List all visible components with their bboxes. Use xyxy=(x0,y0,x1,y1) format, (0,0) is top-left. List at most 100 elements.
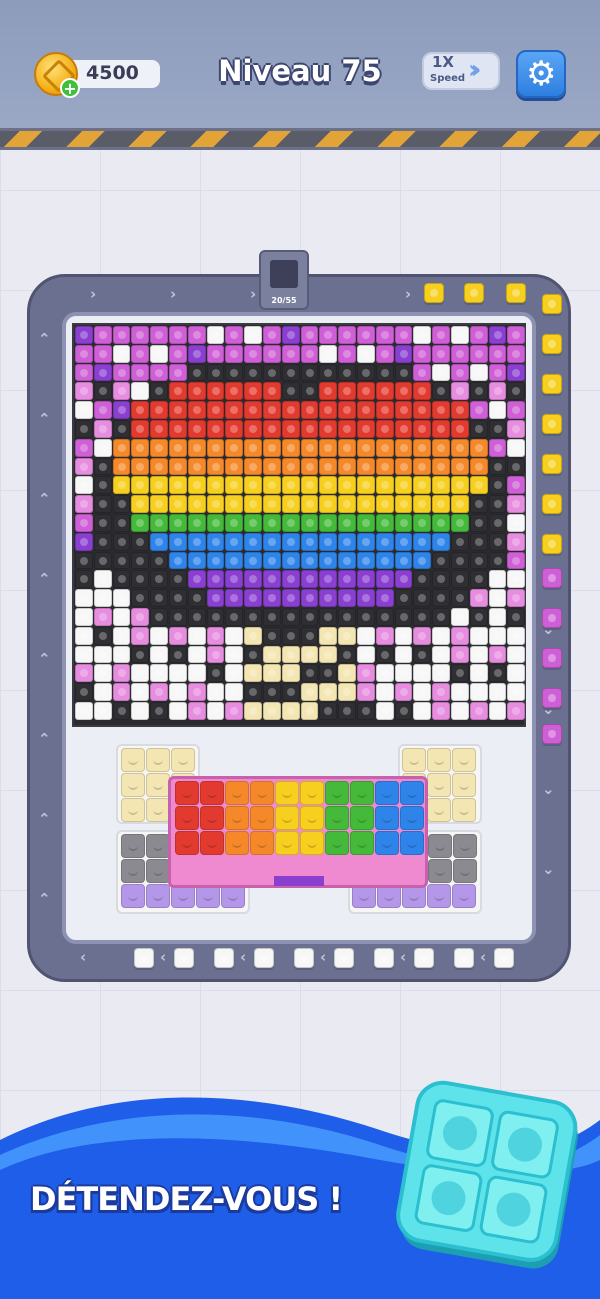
mosaic-block xyxy=(394,438,413,457)
mosaic-block xyxy=(394,589,413,607)
mosaic-block xyxy=(187,645,206,664)
mosaic-block xyxy=(300,495,319,513)
mosaic-block xyxy=(375,363,394,382)
mosaic-block xyxy=(413,363,432,382)
mosaic-block xyxy=(206,570,225,589)
tray-block xyxy=(146,859,170,883)
mosaic-block xyxy=(112,589,131,607)
mosaic-block xyxy=(338,664,356,683)
mosaic-block xyxy=(338,326,356,344)
mosaic-block xyxy=(357,457,375,476)
mosaic-block xyxy=(75,495,93,513)
tray-block xyxy=(402,748,426,772)
mosaic-block xyxy=(131,645,150,664)
tray-block xyxy=(146,748,170,772)
mosaic-block xyxy=(263,326,281,344)
mosaic-block xyxy=(469,476,488,495)
mosaic-block xyxy=(263,438,281,457)
mosaic-block xyxy=(357,420,375,438)
conveyor-arrow-icon: › xyxy=(250,285,257,303)
mosaic-block xyxy=(432,514,450,532)
mosaic-block xyxy=(225,626,244,645)
pixel-mosaic xyxy=(72,323,526,727)
mosaic-block xyxy=(469,589,488,607)
tray-block xyxy=(427,748,451,772)
mosaic-block xyxy=(112,532,131,551)
mosaic-block xyxy=(244,664,262,683)
mosaic-block xyxy=(131,363,150,382)
mosaic-block xyxy=(469,683,488,701)
mosaic-block xyxy=(75,420,93,438)
conveyor-arrow-icon: › xyxy=(90,285,97,303)
mosaic-block xyxy=(281,438,300,457)
mosaic-block xyxy=(432,626,450,645)
rainbow-block xyxy=(200,781,224,805)
mosaic-block xyxy=(488,382,507,401)
mosaic-block xyxy=(281,645,300,664)
tray-block xyxy=(146,773,170,797)
mosaic-block xyxy=(375,551,394,570)
mosaic-block xyxy=(244,363,262,382)
conveyor-block xyxy=(494,948,514,968)
mosaic-block xyxy=(187,457,206,476)
mosaic-block xyxy=(150,532,168,551)
tray-block xyxy=(427,798,451,822)
plus-icon[interactable]: + xyxy=(60,78,80,98)
mosaic-block xyxy=(75,401,93,419)
mosaic-block xyxy=(432,382,450,401)
mosaic-block xyxy=(93,683,112,701)
mosaic-block xyxy=(507,382,526,401)
mosaic-block xyxy=(394,626,413,645)
mosaic-block xyxy=(319,326,338,344)
mosaic-block xyxy=(319,532,338,551)
mosaic-block xyxy=(488,438,507,457)
mosaic-block xyxy=(150,476,168,495)
mosaic-block xyxy=(263,382,281,401)
mosaic-block xyxy=(263,514,281,532)
mosaic-block xyxy=(169,476,187,495)
mosaic-block xyxy=(244,608,262,626)
mosaic-block xyxy=(319,495,338,513)
mosaic-block xyxy=(451,363,469,382)
mosaic-block xyxy=(206,608,225,626)
tray-block xyxy=(428,834,452,858)
rainbow-block xyxy=(300,831,324,855)
mosaic-block xyxy=(206,702,225,720)
rainbow-block xyxy=(350,806,374,830)
mosaic-block xyxy=(338,608,356,626)
mosaic-block xyxy=(187,551,206,570)
mosaic-block xyxy=(112,702,131,720)
mosaic-block xyxy=(131,495,150,513)
mosaic-block xyxy=(112,626,131,645)
mosaic-block xyxy=(375,608,394,626)
mosaic-block xyxy=(75,608,93,626)
mosaic-block xyxy=(225,438,244,457)
mosaic-block xyxy=(206,401,225,419)
mosaic-block xyxy=(150,363,168,382)
settings-button[interactable]: ⚙ xyxy=(516,50,566,98)
coin-value: 4500 xyxy=(86,62,139,84)
mosaic-block xyxy=(488,664,507,683)
mosaic-block xyxy=(357,382,375,401)
mosaic-block xyxy=(281,551,300,570)
mosaic-block xyxy=(507,495,526,513)
mosaic-block xyxy=(319,363,338,382)
mosaic-block xyxy=(507,645,526,664)
conveyor-arrow-icon: ‹ xyxy=(320,948,327,966)
conveyor-block xyxy=(542,724,562,744)
mosaic-block xyxy=(169,702,187,720)
mosaic-block xyxy=(187,438,206,457)
mosaic-block xyxy=(225,382,244,401)
mosaic-block xyxy=(263,702,281,720)
mosaic-block xyxy=(507,570,526,589)
mosaic-block xyxy=(263,401,281,419)
mosaic-block xyxy=(319,570,338,589)
mosaic-block xyxy=(413,532,432,551)
mosaic-block xyxy=(451,626,469,645)
conveyor-block xyxy=(542,454,562,474)
mosaic-block xyxy=(413,664,432,683)
mosaic-block xyxy=(451,570,469,589)
mosaic-block xyxy=(338,626,356,645)
mosaic-block xyxy=(413,476,432,495)
mosaic-block xyxy=(488,645,507,664)
